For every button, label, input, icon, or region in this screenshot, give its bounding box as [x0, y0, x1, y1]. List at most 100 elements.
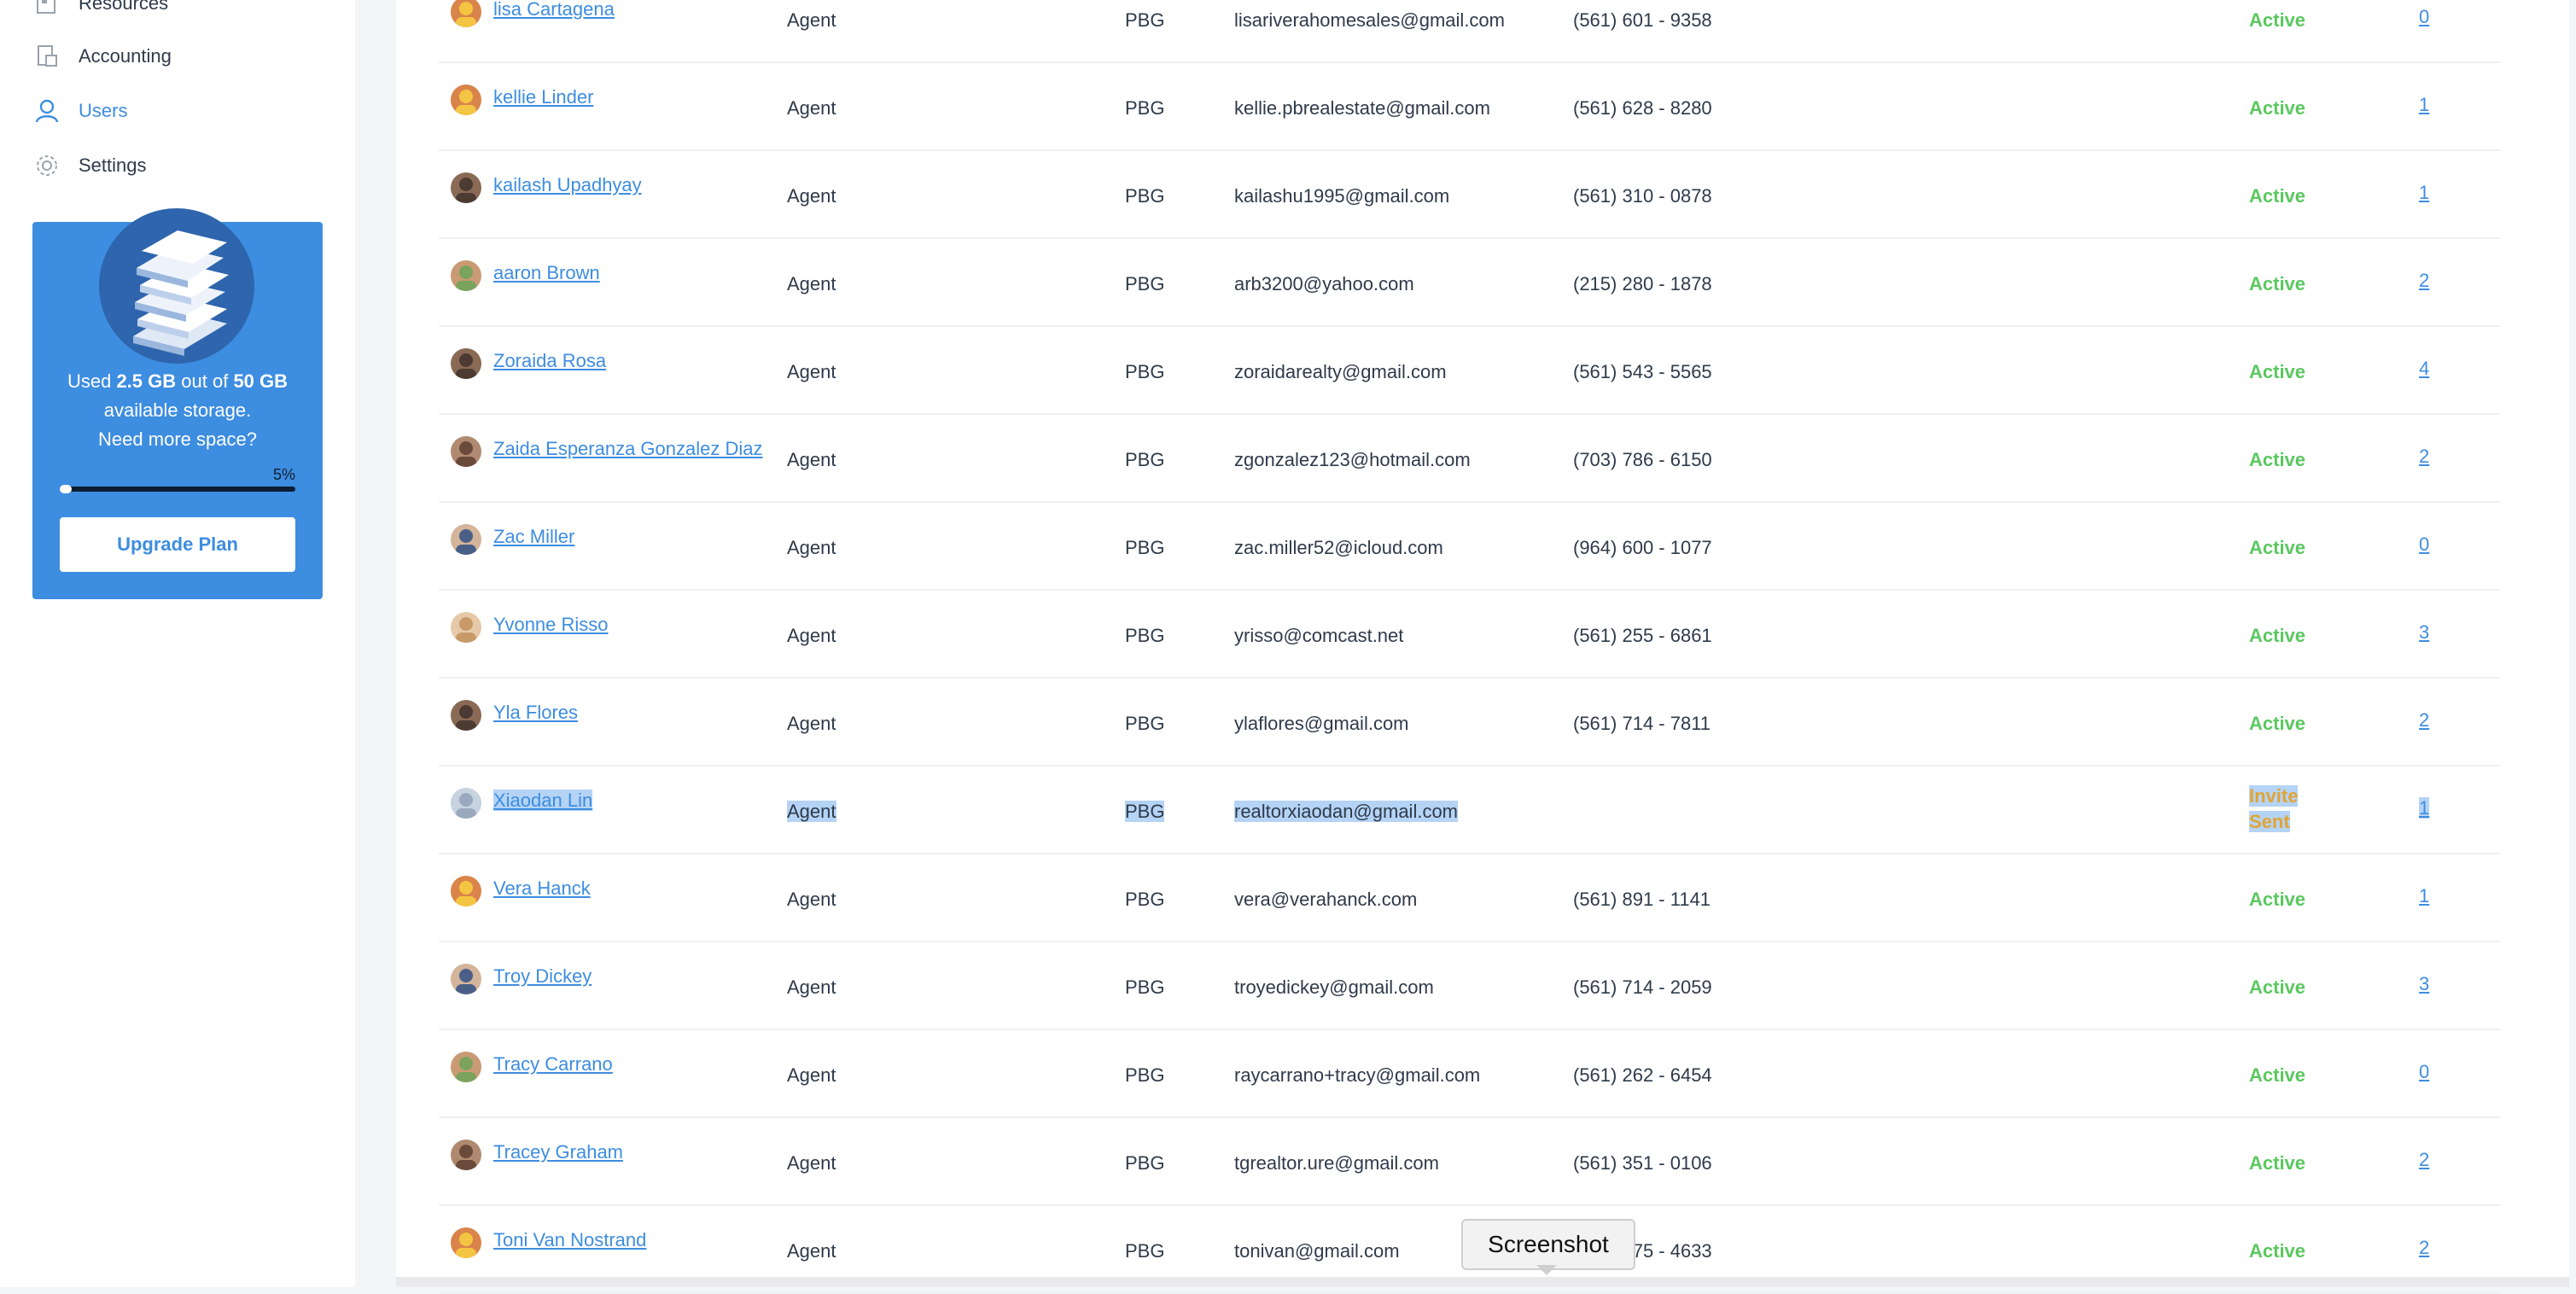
listing-count-link[interactable]: 0 [2419, 1061, 2429, 1083]
user-phone: (703) 786 - 6150 [1573, 449, 1712, 470]
avatar [451, 612, 481, 643]
table-row: Tracey Graham Agent PBG tgrealtor.ure@gm… [439, 1118, 2501, 1206]
sidebar-item-label: Users [79, 100, 128, 121]
sidebar-item-label: Settings [79, 154, 147, 176]
user-phone: (964) 600 - 1077 [1573, 537, 1712, 558]
user-name-link[interactable]: aaron Brown [493, 259, 766, 287]
sidebar-item-label: Resources [79, 0, 169, 14]
listing-count-link[interactable]: 4 [2419, 358, 2429, 380]
user-name-link[interactable]: Zac Miller [493, 523, 766, 551]
table-row: Zoraida Rosa Agent PBG zoraidarealty@gma… [439, 327, 2501, 415]
user-name-link[interactable]: Tracy Carrano [493, 1051, 766, 1078]
listing-count-link[interactable]: 0 [2419, 533, 2429, 556]
user-name-link[interactable]: lisa Cartagena [493, 0, 766, 23]
user-email: lisariverahomesales@gmail.com [1234, 9, 1505, 31]
user-name-link[interactable]: Zoraida Rosa [493, 347, 766, 375]
upgrade-plan-button[interactable]: Upgrade Plan [60, 517, 295, 572]
avatar [451, 348, 481, 379]
sidebar-item-users[interactable]: Users [32, 89, 127, 133]
listing-count-link[interactable]: 1 [2419, 94, 2429, 116]
user-email: troyedickey@gmail.com [1234, 976, 1434, 998]
user-office: PBG [1125, 185, 1165, 207]
listing-count-link[interactable]: 1 [2419, 797, 2430, 819]
listing-count-link[interactable]: 2 [2419, 446, 2429, 468]
user-icon [32, 96, 61, 125]
listing-count-link[interactable]: 2 [2419, 709, 2429, 732]
user-office: PBG [1125, 625, 1165, 646]
avatar [451, 260, 481, 291]
listing-count-link[interactable]: 2 [2419, 270, 2429, 292]
user-office: PBG [1125, 713, 1165, 734]
sidebar-item-label: Accounting [79, 45, 172, 67]
avatar [451, 788, 481, 819]
user-role: Agent [787, 9, 836, 31]
horizontal-scrollbar[interactable] [396, 1277, 2569, 1287]
user-role: Agent [787, 361, 836, 382]
user-phone: (561) 714 - 2059 [1573, 976, 1712, 998]
table-row: lisa Cartagena Agent PBG lisariverahomes… [439, 0, 2501, 63]
user-phone: (561) 262 - 6454 [1573, 1064, 1712, 1086]
storage-text: Used 2.5 GB out of 50 GB available stora… [67, 370, 288, 450]
user-email: tgrealtor.ure@gmail.com [1234, 1152, 1439, 1174]
avatar [451, 0, 481, 27]
sidebar-item-accounting[interactable]: Accounting [32, 34, 172, 79]
user-role: Agent [787, 1064, 836, 1086]
status-badge: Active [2249, 273, 2306, 294]
user-office: PBG [1125, 537, 1165, 558]
user-name-link[interactable]: Vera Hanck [493, 875, 766, 902]
listing-count-link[interactable]: 0 [2419, 6, 2429, 28]
user-role: Agent [787, 97, 836, 119]
user-email: zgonzalez123@hotmail.com [1234, 449, 1471, 470]
user-name-link[interactable]: kailash Upadhyay [493, 172, 766, 199]
accounting-icon [32, 42, 61, 71]
listing-count-link[interactable]: 3 [2419, 621, 2429, 644]
table-row: Xiaodan Lin Agent PBG realtorxiaodan@gma… [439, 766, 2501, 854]
user-name-link[interactable]: Troy Dickey [493, 963, 766, 990]
screenshot-tooltip: Screenshot [1461, 1219, 1635, 1270]
status-badge: Invite Sent [2249, 785, 2299, 832]
user-role: Agent [787, 449, 836, 470]
user-office: PBG [1125, 801, 1165, 822]
user-email: tonivan@gmail.com [1234, 1240, 1400, 1262]
sidebar-item-resources[interactable]: Resources [32, 0, 168, 26]
user-name-link[interactable]: kellie Linder [493, 84, 766, 111]
status-badge: Active [2249, 449, 2306, 470]
user-office: PBG [1125, 889, 1165, 910]
status-badge: Active [2249, 537, 2306, 558]
main-content: lisa Cartagena Agent PBG lisariverahomes… [396, 0, 2569, 1294]
user-name-link[interactable]: Tracey Graham [493, 1139, 766, 1166]
user-name-link[interactable]: Toni Van Nostrand [493, 1227, 766, 1254]
listing-count-link[interactable]: 1 [2419, 182, 2429, 204]
user-phone: (561) 543 - 5565 [1573, 361, 1712, 382]
avatar [451, 85, 481, 115]
status-badge: Active [2249, 361, 2306, 382]
user-office: PBG [1125, 976, 1165, 998]
storage-progress-fill [60, 485, 72, 493]
user-name-link[interactable]: Yvonne Risso [493, 611, 766, 638]
user-office: PBG [1125, 1240, 1165, 1262]
avatar [451, 172, 481, 203]
listing-count-link[interactable]: 2 [2419, 1237, 2429, 1259]
avatar [451, 1052, 481, 1082]
user-name-link[interactable]: Yla Flores [493, 699, 766, 726]
table-row: Yvonne Risso Agent PBG yrisso@comcast.ne… [439, 591, 2501, 679]
sidebar-item-settings[interactable]: Settings [32, 143, 147, 188]
status-badge: Active [2249, 625, 2306, 646]
table-row: Zaida Esperanza Gonzalez Diaz Agent PBG … [439, 415, 2501, 503]
users-table: lisa Cartagena Agent PBG lisariverahomes… [439, 0, 2501, 1294]
listing-count-link[interactable]: 1 [2419, 885, 2429, 907]
listing-count-link[interactable]: 2 [2419, 1149, 2429, 1171]
user-phone: (561) 351 - 0106 [1573, 1152, 1712, 1174]
user-office: PBG [1125, 1152, 1165, 1174]
gear-icon [32, 151, 61, 180]
user-name-link[interactable]: Xiaodan Lin [493, 787, 766, 814]
user-role: Agent [787, 976, 836, 998]
table-row: kellie Linder Agent PBG kellie.pbrealest… [439, 63, 2501, 151]
listing-count-link[interactable]: 3 [2419, 973, 2429, 995]
storage-progress-bar [60, 485, 295, 493]
status-badge: Active [2249, 713, 2306, 734]
user-name-link[interactable]: Zaida Esperanza Gonzalez Diaz [493, 435, 766, 463]
status-badge: Active [2249, 9, 2306, 31]
table-row: Troy Dickey Agent PBG troyedickey@gmail.… [439, 942, 2501, 1030]
user-phone: (561) 891 - 1141 [1573, 889, 1711, 910]
